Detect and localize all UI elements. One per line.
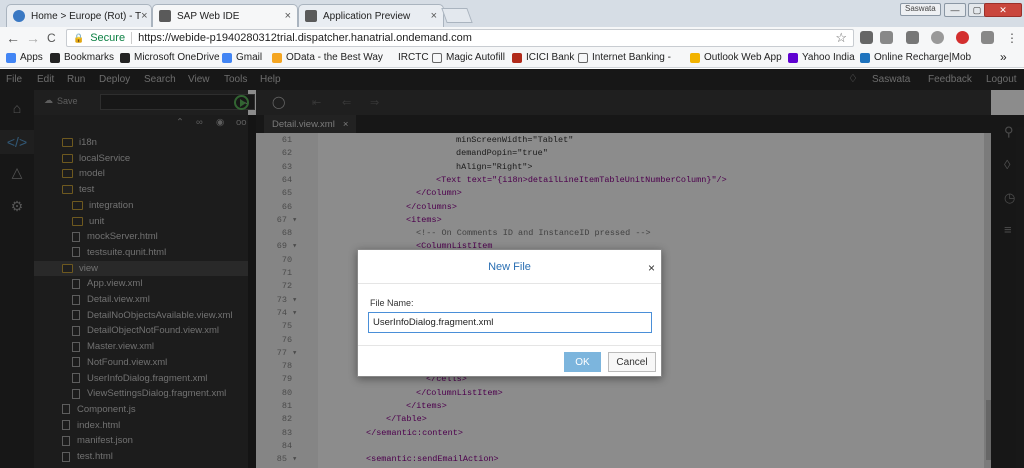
- outlook-icon: [690, 52, 700, 63]
- recharge-icon: [860, 52, 870, 63]
- bookmark-recharge[interactable]: Online Recharge|Mob: [860, 52, 978, 63]
- page-icon: [578, 52, 588, 63]
- bookmark-gmail[interactable]: Gmail: [222, 52, 262, 63]
- new-file-dialog: New File × File Name: OK Cancel: [357, 249, 662, 377]
- bookmark-icici[interactable]: ICICI Bank: [512, 52, 574, 63]
- address-input[interactable]: 🔒 Secure https://webide-p1940280312trial…: [66, 29, 854, 47]
- extension-icon[interactable]: [906, 31, 919, 44]
- minimize-button[interactable]: —: [944, 3, 966, 17]
- star-icon: [50, 52, 60, 63]
- bookmark-odata[interactable]: OData - the Best Way: [272, 52, 383, 63]
- window-close-button[interactable]: ✕: [984, 3, 1022, 17]
- cloud-icon: [120, 52, 130, 63]
- cancel-button[interactable]: Cancel: [608, 352, 656, 372]
- divider: [131, 32, 133, 44]
- menu-kebab-icon[interactable]: ⋮: [1006, 31, 1018, 45]
- bookmarks-overflow-button[interactable]: »: [1000, 50, 1007, 64]
- browser-tab-preview[interactable]: Application Preview ×: [298, 4, 444, 27]
- bookmark-irctc[interactable]: IRCTC: [398, 52, 429, 63]
- yahoo-icon: [788, 52, 798, 63]
- sap-webide-icon: [305, 10, 317, 22]
- close-icon[interactable]: ×: [141, 10, 147, 22]
- extension-icon[interactable]: [880, 31, 893, 44]
- bookmark-magic-autofill[interactable]: Magic Autofill: [432, 52, 505, 63]
- profile-button[interactable]: Saswata: [900, 3, 941, 16]
- google-icon: [222, 52, 232, 63]
- dialog-title: New File: [358, 250, 661, 284]
- browser-tab-webide[interactable]: SAP Web IDE ×: [152, 4, 298, 27]
- page-icon: [432, 52, 442, 63]
- odata-icon: [272, 52, 282, 63]
- address-bar-row: ← → C 🔒 Secure https://webide-p194028031…: [0, 27, 1024, 49]
- close-icon[interactable]: ×: [648, 261, 655, 275]
- extension-icon[interactable]: [860, 31, 873, 44]
- bookmarks-bar: Apps Bookmarks Microsoft OneDrive Gmail …: [0, 49, 1024, 68]
- bookmark-apps[interactable]: Apps: [6, 52, 43, 63]
- bookmark-outlook[interactable]: Outlook Web App: [690, 52, 782, 63]
- ok-button[interactable]: OK: [564, 352, 601, 372]
- dialog-footer: OK Cancel: [358, 345, 661, 377]
- new-tab-button[interactable]: [441, 8, 473, 23]
- secure-label: Secure: [90, 32, 126, 44]
- lock-icon: 🔒: [73, 32, 85, 43]
- url-text: https://webide-p1940280312trial.dispatch…: [138, 32, 472, 44]
- bookmark-internet-banking[interactable]: Internet Banking - IDB: [578, 52, 672, 63]
- close-icon[interactable]: ×: [285, 10, 291, 22]
- forward-icon[interactable]: →: [26, 30, 40, 46]
- reload-icon[interactable]: C: [47, 31, 56, 45]
- extension-icon[interactable]: [981, 31, 994, 44]
- file-name-input[interactable]: [368, 312, 652, 333]
- back-icon[interactable]: ←: [6, 30, 20, 46]
- icici-icon: [512, 52, 522, 63]
- bookmark-onedrive[interactable]: Microsoft OneDrive: [120, 52, 220, 63]
- browser-tab-home[interactable]: Home > Europe (Rot) - T ×: [6, 4, 152, 27]
- bookmark-star-icon[interactable]: ☆: [835, 30, 847, 46]
- apps-grid-icon: [6, 52, 16, 63]
- tab-title: Home > Europe (Rot) - T: [31, 10, 142, 22]
- close-icon[interactable]: ×: [431, 10, 437, 22]
- tab-title: SAP Web IDE: [177, 10, 240, 22]
- tab-title: Application Preview: [323, 10, 411, 22]
- browser-tab-strip: Home > Europe (Rot) - T × SAP Web IDE × …: [0, 0, 1024, 27]
- bookmark-bookmarks[interactable]: Bookmarks: [50, 52, 114, 63]
- sap-webide-icon: [159, 10, 171, 22]
- cloud-icon: [13, 10, 25, 22]
- adblock-icon[interactable]: [956, 31, 969, 44]
- file-name-label: File Name:: [370, 298, 414, 308]
- bookmark-yahoo[interactable]: Yahoo India: [788, 52, 855, 63]
- extension-icon[interactable]: [931, 31, 944, 44]
